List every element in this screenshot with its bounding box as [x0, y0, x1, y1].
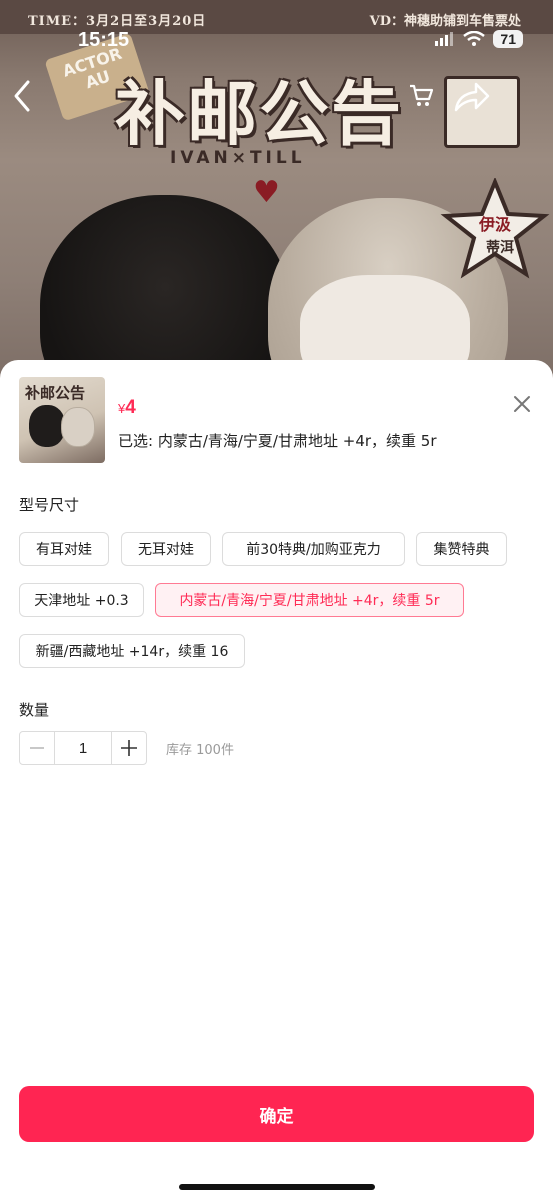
signal-icon	[435, 32, 454, 46]
quantity-label: 数量	[19, 701, 50, 719]
option-tianjin-address[interactable]: 天津地址 +0.3	[19, 583, 144, 617]
star-badge-icon: 伊汲 蒂洱	[440, 178, 550, 279]
option-with-ears[interactable]: 有耳对娃	[19, 532, 109, 566]
banner-title: 补邮公告	[115, 72, 403, 155]
plus-icon	[121, 740, 137, 756]
option-first30-bonus[interactable]: 前30特典/加购亚克力	[222, 532, 405, 566]
stock-text: 库存 100件	[166, 743, 234, 758]
thumbnail-doll-left	[29, 405, 65, 447]
thumbnail-doll-right	[61, 407, 95, 447]
price-amount: 4	[125, 397, 136, 418]
increase-button[interactable]	[112, 732, 146, 764]
selected-variant-text: 已选: 内蒙古/青海/宁夏/甘肃地址 +4r，续重 5r	[118, 432, 437, 450]
svg-text:伊汲: 伊汲	[478, 215, 511, 234]
spec-label: 型号尺寸	[19, 496, 80, 514]
option-without-ears[interactable]: 无耳对娃	[121, 532, 211, 566]
quantity-stepper: 1	[19, 731, 147, 765]
price: ¥4	[118, 397, 136, 419]
heart-icon: ♥	[253, 175, 280, 210]
share-icon[interactable]	[450, 80, 490, 116]
product-image-banner: TIME：3月2日至3月20日 VD：神穗助铺到车售票处 ♥ ACTOR AU …	[0, 0, 553, 400]
banner-subtitle: IVAN×TILL	[170, 148, 306, 168]
svg-text:蒂洱: 蒂洱	[486, 239, 514, 256]
option-xinjiang-tibet-address[interactable]: 新疆/西藏地址 +14r，续重 16	[19, 634, 245, 668]
thumbnail-title: 补邮公告	[25, 384, 86, 402]
quantity-value[interactable]: 1	[54, 732, 112, 764]
home-indicator	[179, 1184, 375, 1190]
confirm-button[interactable]: 确定	[19, 1086, 534, 1142]
status-icons: 71	[435, 30, 523, 48]
product-thumbnail: 补邮公告	[19, 377, 105, 463]
option-inner-mongolia-address[interactable]: 内蒙古/青海/宁夏/甘肃地址 +4r，续重 5r	[155, 583, 464, 617]
option-like-bonus[interactable]: 集赞特典	[416, 532, 507, 566]
banner-time-text: TIME：3月2日至3月20日	[28, 14, 207, 29]
status-time: 15:15	[78, 29, 130, 51]
minus-icon	[30, 747, 44, 749]
back-arrow-icon[interactable]	[10, 78, 34, 114]
sku-selector-sheet: 补邮公告 ¥4 已选: 内蒙古/青海/宁夏/甘肃地址 +4r，续重 5r 型号尺…	[0, 360, 553, 1200]
cart-icon[interactable]	[408, 82, 434, 108]
wifi-icon	[463, 31, 486, 46]
close-icon[interactable]	[510, 392, 534, 416]
decrease-button[interactable]	[20, 732, 54, 764]
banner-vd-text: VD：神穗助铺到车售票处	[369, 14, 521, 29]
battery-icon: 71	[493, 30, 523, 48]
